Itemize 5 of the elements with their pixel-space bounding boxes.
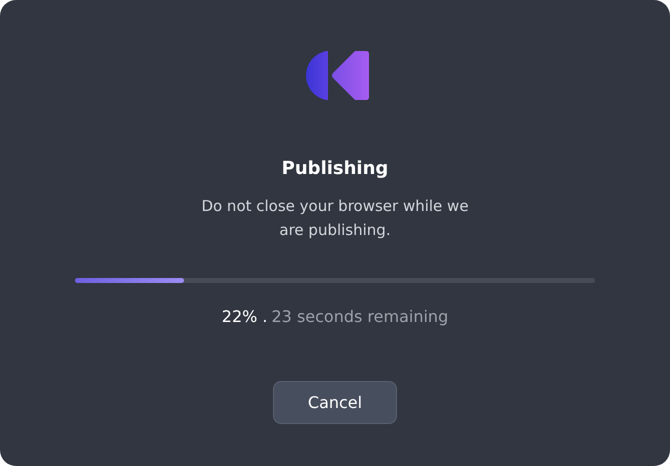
dialog-message: Do not close your browser while we are publishing. — [200, 196, 470, 241]
progress-percent: 22% . — [222, 306, 268, 328]
cancel-button[interactable]: Cancel — [273, 381, 397, 424]
dialog-title: Publishing — [282, 157, 388, 181]
time-remaining: 23 seconds remaining — [272, 306, 448, 328]
